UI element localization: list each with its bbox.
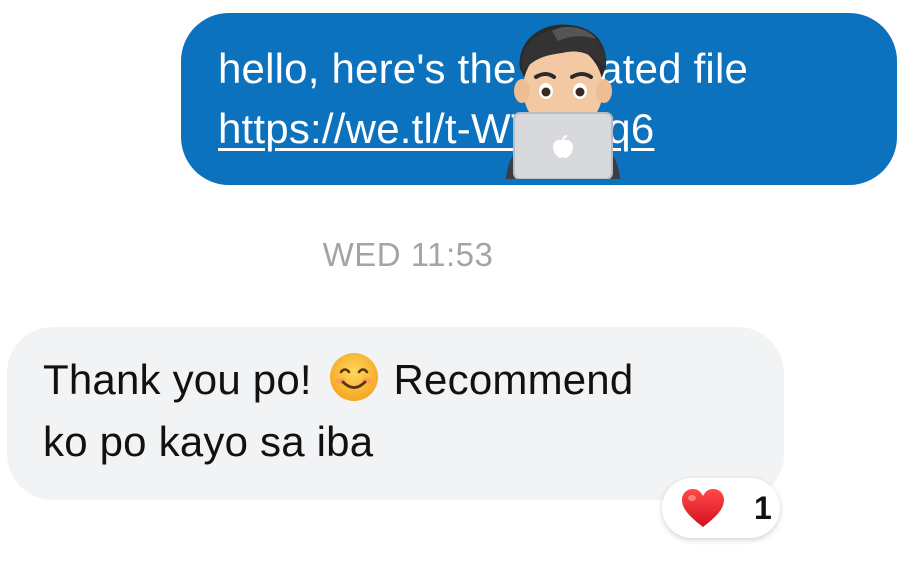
incoming-text-line2: ko po kayo sa iba — [43, 418, 374, 465]
memoji-sticker[interactable] — [492, 17, 634, 179]
incoming-text-part1: Thank you po! — [43, 356, 312, 403]
smiling-face-emoji-icon — [329, 353, 378, 401]
reaction-count: 1 — [754, 489, 772, 526]
reaction-badge[interactable]: 1 — [662, 478, 780, 538]
message-timestamp: WED 11:53 — [322, 236, 494, 273]
heart-icon — [682, 489, 724, 527]
incoming-message-bubble[interactable]: Thank you po! Recommend ko po kayo sa ib… — [7, 327, 784, 500]
incoming-text-part2: Recommend — [393, 356, 634, 403]
chat-thread: hello, here's the updated file https://w… — [0, 0, 904, 564]
